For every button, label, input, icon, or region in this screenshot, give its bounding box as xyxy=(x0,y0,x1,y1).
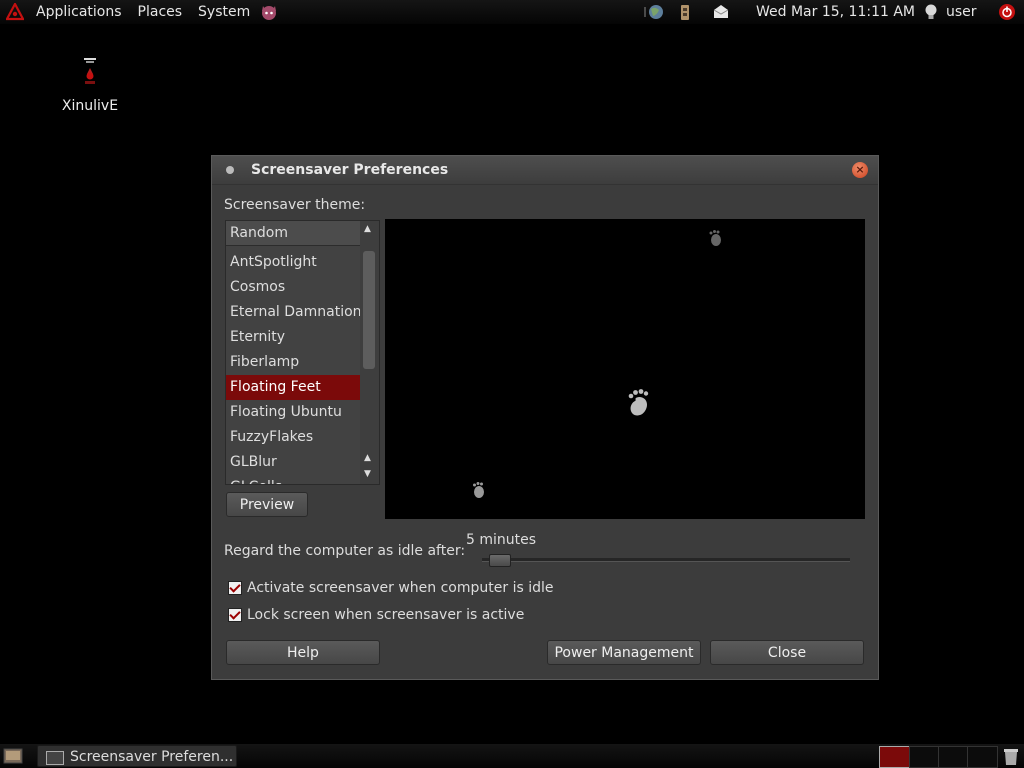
workspace-3[interactable] xyxy=(938,746,969,768)
shutdown-icon[interactable] xyxy=(998,3,1016,21)
theme-row-selected[interactable]: Floating Feet xyxy=(226,375,360,400)
window-close-icon[interactable]: × xyxy=(852,162,868,178)
theme-row[interactable]: Floating Ubuntu xyxy=(226,400,360,425)
workspace-1[interactable] xyxy=(879,746,910,768)
activate-checkbox-row[interactable]: Activate screensaver when computer is id… xyxy=(228,580,553,596)
browser-launcher-icon[interactable] xyxy=(260,3,278,21)
idle-value: 5 minutes xyxy=(466,532,537,548)
distro-logo-icon[interactable] xyxy=(6,3,24,21)
menu-places[interactable]: Places xyxy=(130,0,191,24)
theme-row[interactable]: GLCells xyxy=(226,475,360,484)
scrollbar-thumb[interactable] xyxy=(363,251,375,369)
activate-label: Activate screensaver when computer is id… xyxy=(247,580,554,596)
menu-applications[interactable]: Applications xyxy=(28,0,130,24)
theme-row[interactable]: Eternity xyxy=(226,325,360,350)
menu-system[interactable]: System xyxy=(190,0,258,24)
monitor-icon xyxy=(46,751,64,765)
workspace-2[interactable] xyxy=(909,746,940,768)
lock-checkbox[interactable] xyxy=(228,608,242,622)
workspace-4[interactable] xyxy=(967,746,998,768)
top-panel: Applications Places System Wed Mar 15, 1… xyxy=(0,0,1024,24)
idle-label: Regard the computer as idle after: xyxy=(224,543,466,559)
scroll-up-icon[interactable]: ▲ xyxy=(364,453,371,463)
theme-row[interactable]: AntSpotlight xyxy=(226,250,360,275)
theme-row[interactable]: Fiberlamp xyxy=(226,350,360,375)
gnome-foot-icon xyxy=(473,482,484,498)
theme-row[interactable]: FuzzyFlakes xyxy=(226,425,360,450)
user-menu[interactable]: user xyxy=(946,0,977,24)
gnome-foot-icon xyxy=(709,230,721,246)
user-status-icon[interactable] xyxy=(922,3,940,21)
bottom-panel: Screensaver Preferen... xyxy=(0,744,1024,768)
theme-row[interactable]: Cosmos xyxy=(226,275,360,300)
xinulive-icon xyxy=(70,50,110,94)
idle-slider[interactable] xyxy=(482,558,850,562)
scroll-up-icon[interactable]: ▲ xyxy=(364,224,371,234)
trash-icon[interactable] xyxy=(1002,746,1020,766)
theme-label: Screensaver theme: xyxy=(224,197,366,213)
desktop-icon-xinulive[interactable]: XinulivE xyxy=(55,50,125,114)
scroll-down-icon[interactable]: ▼ xyxy=(364,469,371,479)
window-menu-icon[interactable] xyxy=(226,166,234,174)
help-button[interactable]: Help xyxy=(226,640,380,665)
battery-icon[interactable] xyxy=(676,3,694,21)
theme-list[interactable]: Random AntSpotlight Cosmos Eternal Damna… xyxy=(225,220,380,485)
desktop-icon-label: XinulivE xyxy=(61,98,119,114)
theme-list-scrollbar[interactable]: ▲ ▲ ▼ xyxy=(360,221,379,484)
lock-label: Lock screen when screensaver is active xyxy=(247,607,525,623)
theme-row[interactable]: GLBlur xyxy=(226,450,360,475)
network-icon[interactable] xyxy=(640,3,664,21)
screensaver-preferences-dialog: Screensaver Preferences × Screensaver th… xyxy=(211,155,879,680)
screensaver-preview xyxy=(385,219,865,519)
idle-slider-handle[interactable] xyxy=(488,554,511,567)
gnome-foot-icon xyxy=(628,389,649,416)
clock[interactable]: Wed Mar 15, 11:11 AM xyxy=(756,0,915,24)
close-button[interactable]: Close xyxy=(710,640,864,665)
dialog-titlebar[interactable]: Screensaver Preferences × xyxy=(212,156,878,185)
power-management-button[interactable]: Power Management xyxy=(547,640,701,665)
show-desktop-icon[interactable] xyxy=(3,747,23,765)
lock-checkbox-row[interactable]: Lock screen when screensaver is active xyxy=(228,607,524,623)
preview-button[interactable]: Preview xyxy=(226,492,308,517)
mail-icon[interactable] xyxy=(712,3,730,21)
theme-row[interactable]: Eternal Damnation xyxy=(226,300,360,325)
theme-row-random[interactable]: Random xyxy=(226,221,360,246)
dialog-title: Screensaver Preferences xyxy=(251,162,449,178)
taskbar-item-screensaver[interactable]: Screensaver Preferen... xyxy=(37,745,237,767)
taskbar-item-label: Screensaver Preferen... xyxy=(70,749,234,765)
activate-checkbox[interactable] xyxy=(228,581,242,595)
